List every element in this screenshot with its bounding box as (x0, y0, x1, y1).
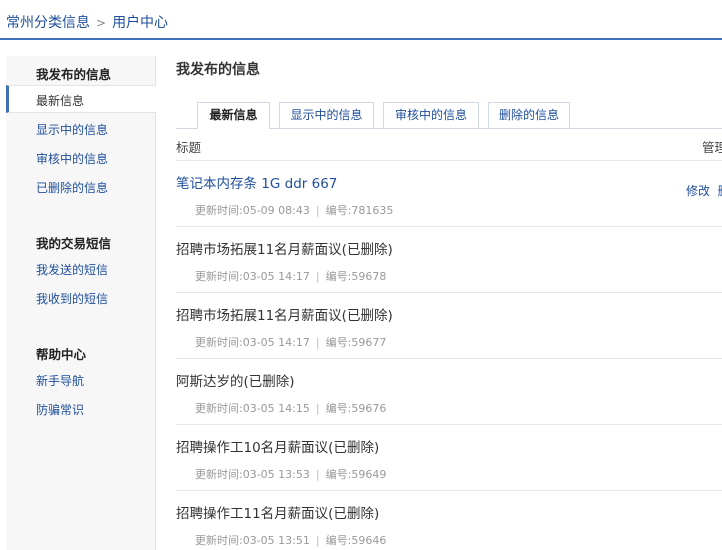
tab-deleted[interactable]: 删除的信息 (488, 102, 570, 128)
sidebar: 我发布的信息 最新信息 显示中的信息 审核中的信息 已删除的信息 我的交易短信 … (6, 56, 156, 550)
meta-label-updated: 更新时间: (195, 534, 243, 547)
meta-number: 59676 (351, 402, 387, 415)
breadcrumb-site-link[interactable]: 常州分类信息 (6, 15, 90, 31)
sidebar-item-anti-fraud[interactable]: 防骗常识 (36, 401, 84, 418)
meta-label-updated: 更新时间: (195, 270, 243, 283)
column-header-manage: 管理 (702, 140, 722, 155)
divider (176, 358, 722, 359)
meta-updated: 03-05 14:15 (242, 402, 310, 415)
column-header-title: 标题 (176, 140, 202, 155)
list-item-actions: 修改 删 (686, 182, 722, 199)
list-item-title: 招聘操作工10名月薪面议(已删除) (176, 440, 380, 456)
tab-latest[interactable]: 最新信息 (197, 102, 270, 129)
sidebar-item-sent-messages[interactable]: 我发送的短信 (36, 261, 108, 278)
list-item-title: 招聘市场拓展11名月薪面议(已删除) (176, 308, 393, 324)
edit-link[interactable]: 修改 (686, 184, 710, 198)
sidebar-group-title-messages: 我的交易短信 (36, 236, 112, 251)
list-item-meta: 更新时间:03-05 14:17 | 编号:59677 (195, 334, 386, 350)
delete-link[interactable]: 删 (718, 184, 722, 198)
sidebar-item-latest[interactable]: 最新信息 (6, 85, 156, 113)
top-bar: 常州分类信息 > 用户中心 (0, 0, 722, 40)
divider (176, 160, 722, 161)
meta-label-updated: 更新时间: (195, 204, 243, 217)
meta-label-updated: 更新时间: (195, 468, 243, 481)
sidebar-group-title-help: 帮助中心 (36, 347, 87, 362)
meta-number: 59649 (351, 468, 387, 481)
meta-label-number: 编号: (325, 270, 352, 283)
meta-label-number: 编号: (325, 402, 352, 415)
meta-label-updated: 更新时间: (195, 402, 243, 415)
meta-divider: | (315, 402, 320, 415)
meta-divider: | (315, 336, 320, 349)
meta-updated: 03-05 14:17 (242, 336, 310, 349)
sidebar-item-showing[interactable]: 显示中的信息 (36, 121, 108, 138)
meta-number: 59646 (351, 534, 387, 547)
breadcrumb-current: 用户中心 (112, 15, 169, 31)
list-item-meta: 更新时间:03-05 13:53 | 编号:59649 (195, 466, 386, 482)
meta-updated: 05-09 08:43 (242, 204, 310, 217)
divider (176, 424, 722, 425)
list-item-title-link[interactable]: 笔记本内存条 1G ddr 667 (176, 172, 337, 192)
list-item-meta: 更新时间:05-09 08:43 | 编号:781635 (195, 202, 393, 218)
meta-label-number: 编号: (325, 336, 352, 349)
meta-number: 781635 (351, 204, 394, 217)
list-item-meta: 更新时间:03-05 13:51 | 编号:59646 (195, 532, 386, 548)
list-item-title: 招聘市场拓展11名月薪面议(已删除) (176, 242, 393, 258)
breadcrumb-separator: > (96, 16, 107, 30)
tab-showing[interactable]: 显示中的信息 (279, 102, 374, 128)
page-title: 我发布的信息 (176, 62, 260, 78)
divider (176, 292, 722, 293)
meta-divider: | (315, 204, 320, 217)
list-item-title: 招聘操作工11名月薪面议(已删除) (176, 506, 380, 522)
tab-reviewing[interactable]: 审核中的信息 (383, 102, 479, 128)
breadcrumb: 常州分类信息 > 用户中心 (6, 12, 168, 32)
meta-updated: 03-05 13:51 (242, 534, 310, 547)
list-item-meta: 更新时间:03-05 14:17 | 编号:59678 (195, 268, 386, 284)
sidebar-item-label: 最新信息 (36, 94, 85, 108)
meta-updated: 03-05 13:53 (242, 468, 310, 481)
meta-label-number: 编号: (325, 204, 352, 217)
list-item-title: 阿斯达岁的(已删除) (176, 374, 295, 390)
meta-updated: 03-05 14:17 (242, 270, 310, 283)
meta-label-updated: 更新时间: (195, 336, 243, 349)
sidebar-item-reviewing[interactable]: 审核中的信息 (36, 150, 108, 167)
sidebar-item-beginner-guide[interactable]: 新手导航 (36, 372, 84, 389)
list-item-meta: 更新时间:03-05 14:15 | 编号:59676 (195, 400, 386, 416)
divider (176, 226, 722, 227)
meta-label-number: 编号: (325, 468, 352, 481)
meta-divider: | (315, 468, 320, 481)
meta-divider: | (315, 534, 320, 547)
sidebar-item-deleted[interactable]: 已删除的信息 (36, 179, 108, 196)
meta-label-number: 编号: (325, 534, 352, 547)
meta-divider: | (315, 270, 320, 283)
divider (176, 490, 722, 491)
meta-number: 59677 (351, 336, 387, 349)
meta-number: 59678 (351, 270, 387, 283)
sidebar-item-received-messages[interactable]: 我收到的短信 (36, 290, 108, 307)
sidebar-group-title-published: 我发布的信息 (36, 67, 112, 82)
